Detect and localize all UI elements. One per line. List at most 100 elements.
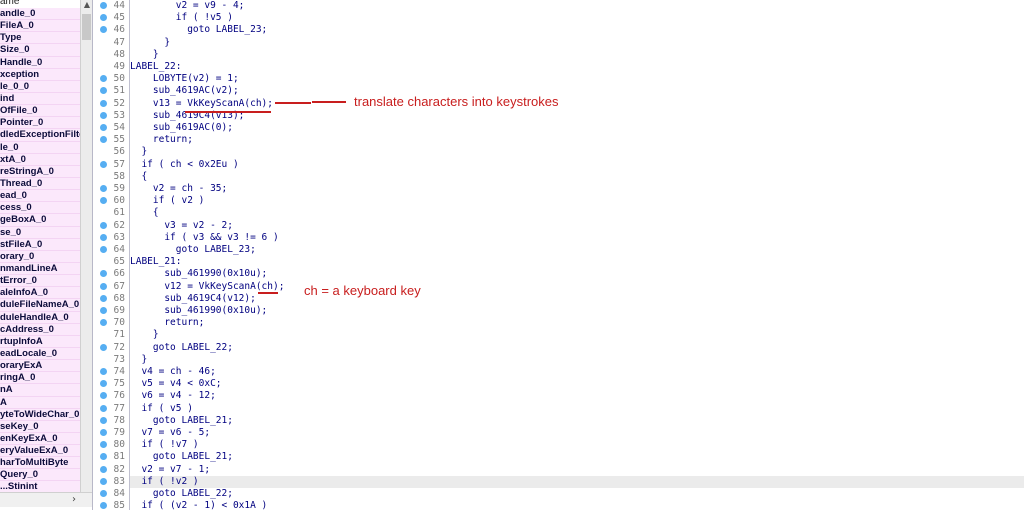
breakpoint-dot-icon[interactable] bbox=[100, 136, 107, 144]
functions-column-header[interactable]: ame bbox=[0, 0, 80, 8]
code-line[interactable]: } bbox=[130, 49, 159, 61]
function-list-item[interactable]: orary_0 bbox=[0, 250, 80, 263]
function-list-item[interactable]: cess_0 bbox=[0, 202, 80, 215]
code-line[interactable]: v3 = v2 - 2; bbox=[130, 220, 233, 232]
function-list-item[interactable]: xtA_0 bbox=[0, 153, 80, 166]
code-line[interactable]: { bbox=[130, 207, 159, 219]
function-list-item[interactable]: xception bbox=[0, 68, 80, 81]
breakpoint-dot-icon[interactable] bbox=[100, 319, 107, 327]
function-list-item[interactable]: Size_0 bbox=[0, 44, 80, 57]
code-line[interactable]: goto LABEL_23; bbox=[130, 24, 267, 36]
function-list-item[interactable]: eryValueExA_0 bbox=[0, 445, 80, 458]
function-list-item[interactable]: FileA_0 bbox=[0, 20, 80, 33]
code-line[interactable]: v6 = v4 - 12; bbox=[130, 390, 215, 402]
breakpoint-dot-icon[interactable] bbox=[100, 87, 107, 95]
breakpoint-dot-icon[interactable] bbox=[100, 294, 107, 302]
breakpoint-dot-icon[interactable] bbox=[100, 453, 107, 461]
function-list-item[interactable]: stFileA_0 bbox=[0, 238, 80, 251]
breakpoint-dot-icon[interactable] bbox=[100, 404, 107, 412]
functions-horizontal-scrollbar[interactable]: › bbox=[0, 492, 92, 507]
breakpoint-dot-icon[interactable] bbox=[100, 26, 107, 34]
code-line[interactable]: LABEL_21: bbox=[130, 256, 181, 268]
scroll-up-icon[interactable]: ▲ bbox=[81, 0, 92, 10]
code-line[interactable]: sub_4619AC(v2); bbox=[130, 85, 239, 97]
function-list-item[interactable]: OfFile_0 bbox=[0, 105, 80, 118]
code-line[interactable]: LOBYTE(v2) = 1; bbox=[130, 73, 239, 85]
function-list-item[interactable]: le_0_0 bbox=[0, 80, 80, 93]
function-list-item[interactable]: tError_0 bbox=[0, 275, 80, 288]
pseudocode-view[interactable]: v2 = v9 - 4; if ( !v5 ) goto LABEL_23; }… bbox=[130, 0, 1024, 511]
code-line[interactable]: } bbox=[130, 146, 147, 158]
function-list-item[interactable]: Handle_0 bbox=[0, 56, 80, 69]
function-list-item[interactable]: se_0 bbox=[0, 226, 80, 239]
function-list-item[interactable]: dledExceptionFilte bbox=[0, 129, 80, 142]
breakpoint-dot-icon[interactable] bbox=[100, 14, 107, 22]
function-list-item[interactable]: yteToWideChar_0 bbox=[0, 408, 80, 421]
code-line[interactable]: goto LABEL_23; bbox=[130, 244, 256, 256]
code-line[interactable]: if ( v2 ) bbox=[130, 195, 204, 207]
code-line[interactable]: v5 = v4 < 0xC; bbox=[130, 378, 221, 390]
code-line[interactable]: v2 = v7 - 1; bbox=[130, 464, 210, 476]
code-line[interactable]: } bbox=[130, 354, 147, 366]
code-line[interactable]: v13 = VkKeyScanA(ch); bbox=[130, 98, 273, 110]
function-list-item[interactable]: ind bbox=[0, 92, 80, 106]
function-list-item[interactable]: Type bbox=[0, 32, 80, 45]
code-line[interactable]: v4 = ch - 46; bbox=[130, 366, 215, 378]
function-list-item[interactable]: ead_0 bbox=[0, 190, 80, 203]
scrollbar-thumb[interactable] bbox=[82, 14, 91, 40]
function-list-item[interactable]: andle_0 bbox=[0, 8, 80, 21]
function-list-item[interactable]: reStringA_0 bbox=[0, 165, 80, 178]
breakpoint-dot-icon[interactable] bbox=[100, 502, 107, 510]
functions-vertical-scrollbar[interactable]: ▲ bbox=[80, 0, 92, 492]
function-list-item[interactable]: harToMultiByte bbox=[0, 457, 80, 470]
function-list-item[interactable]: seKey_0 bbox=[0, 420, 80, 433]
code-line[interactable]: goto LABEL_22; bbox=[130, 488, 233, 500]
breakpoint-dot-icon[interactable] bbox=[100, 233, 107, 241]
code-line[interactable]: v2 = ch - 35; bbox=[130, 183, 227, 195]
breakpoint-dot-icon[interactable] bbox=[100, 124, 107, 131]
breakpoint-dot-icon[interactable] bbox=[100, 197, 107, 205]
code-line[interactable]: { bbox=[130, 171, 147, 183]
code-line[interactable]: } bbox=[130, 329, 159, 341]
breakpoint-dot-icon[interactable] bbox=[100, 160, 107, 168]
code-line[interactable]: sub_461990(0x10u); bbox=[130, 305, 267, 317]
code-line[interactable]: if ( v3 && v3 != 6 ) bbox=[130, 232, 278, 244]
code-line[interactable]: } bbox=[130, 37, 170, 49]
function-list-item[interactable]: cAddress_0 bbox=[0, 323, 80, 336]
breakpoint-dot-icon[interactable] bbox=[100, 343, 107, 351]
code-line[interactable]: sub_461990(0x10u); bbox=[130, 268, 267, 280]
code-line[interactable]: sub_4619C4(v12); bbox=[130, 293, 256, 305]
code-line[interactable]: return; bbox=[130, 134, 193, 146]
function-list-item[interactable]: nmandLineA bbox=[0, 262, 80, 276]
breakpoint-dot-icon[interactable] bbox=[100, 221, 107, 229]
code-line[interactable]: if ( v5 ) bbox=[130, 403, 192, 415]
code-line[interactable]: if ( ch < 0x2Eu ) bbox=[130, 159, 238, 171]
breakpoint-dot-icon[interactable] bbox=[100, 416, 107, 424]
code-line[interactable]: goto LABEL_21; bbox=[130, 451, 233, 463]
breakpoint-dot-icon[interactable] bbox=[100, 429, 107, 436]
code-line[interactable]: v7 = v6 - 5; bbox=[130, 427, 210, 439]
function-list-item[interactable]: duleFileNameA_0 bbox=[0, 299, 80, 312]
breakpoint-dot-icon[interactable] bbox=[100, 75, 107, 83]
code-line[interactable]: if ( !v5 ) bbox=[130, 12, 233, 24]
code-line[interactable]: goto LABEL_21; bbox=[130, 415, 233, 427]
code-line[interactable]: sub_4619AC(0); bbox=[130, 122, 233, 134]
breakpoint-dot-icon[interactable] bbox=[100, 246, 107, 253]
breakpoint-dot-icon[interactable] bbox=[100, 111, 107, 119]
breakpoint-dot-icon[interactable] bbox=[100, 368, 107, 375]
function-list-item[interactable]: enKeyExA_0 bbox=[0, 432, 80, 446]
breakpoint-dot-icon[interactable] bbox=[100, 99, 107, 107]
function-list-item[interactable]: Pointer_0 bbox=[0, 117, 80, 130]
breakpoint-dot-icon[interactable] bbox=[100, 270, 107, 278]
breakpoint-dot-icon[interactable] bbox=[100, 2, 107, 9]
breakpoint-dot-icon[interactable] bbox=[100, 307, 107, 314]
scroll-right-icon[interactable]: › bbox=[72, 493, 76, 507]
function-list-item[interactable]: le_0 bbox=[0, 141, 80, 154]
function-list-item[interactable]: geBoxA_0 bbox=[0, 214, 80, 227]
breakpoint-dot-icon[interactable] bbox=[100, 392, 107, 400]
breakpoint-dot-icon[interactable] bbox=[100, 477, 107, 485]
breakpoint-dot-icon[interactable] bbox=[100, 282, 107, 290]
code-line[interactable]: goto LABEL_22; bbox=[130, 342, 233, 354]
function-list-item[interactable]: rtupInfoA bbox=[0, 335, 80, 348]
code-line[interactable]: LABEL_22: bbox=[130, 61, 181, 73]
